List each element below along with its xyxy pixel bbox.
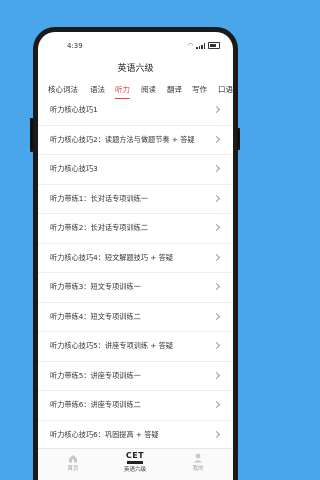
chevron-right-icon: [212, 105, 221, 114]
nav-mine-label: 我的: [192, 466, 204, 472]
list-item[interactable]: 听力核心技巧2：读题方法与做题节奏 + 答疑: [38, 126, 233, 155]
nav-home[interactable]: 首页: [48, 452, 98, 472]
chevron-right-icon: [212, 400, 221, 409]
chevron-right-icon: [212, 371, 221, 379]
chevron-right-icon: [212, 194, 221, 202]
list-item[interactable]: 听力带练3：短文专项训练一: [38, 273, 233, 303]
chevron-right-icon: [212, 135, 221, 143]
lesson-list: 听力核心技巧1 听力核心技巧2：读题方法与做题节奏 + 答疑 听力核心技巧3 听…: [38, 96, 233, 450]
list-item[interactable]: 听力带练4：短文专项训练二: [38, 303, 233, 332]
chevron-right-icon: [212, 253, 221, 261]
page-title: 英语六级: [117, 64, 154, 74]
list-item[interactable]: 听力核心技巧6：巩固提高 + 答疑: [38, 421, 233, 450]
chevron-right-icon: [212, 341, 221, 350]
chevron-right-icon: [212, 312, 221, 320]
status-time: 4:39: [67, 42, 83, 50]
home-icon: [69, 455, 77, 463]
nav-cet-label: 英语六级: [123, 467, 146, 473]
volume-button: [30, 118, 33, 152]
wifi-icon: ◠: [187, 42, 193, 49]
chevron-right-icon: [212, 223, 221, 232]
chevron-right-icon: [212, 282, 221, 291]
power-button: [237, 128, 240, 150]
battery-icon: [208, 42, 220, 49]
status-bar: 4:39 ◠: [38, 32, 233, 58]
chevron-right-icon: [212, 164, 221, 173]
status-icons: ◠: [188, 42, 220, 49]
list-item[interactable]: 听力核心技巧5：讲座专项训练 + 答疑: [38, 332, 233, 362]
app-screen: 4:39 ◠ 英语六级 核心词法 语法 听力 阅读 翻译 写作 口语 听力核心技…: [38, 32, 233, 480]
bottom-nav: 首页 CET 英语六级 我的: [38, 448, 233, 480]
nav-cet[interactable]: CET 英语六级: [110, 451, 160, 474]
chevron-right-icon: [212, 430, 221, 438]
list-item[interactable]: 听力带练6：讲座专项训练二: [38, 391, 233, 421]
list-item[interactable]: 听力核心技巧1: [38, 96, 233, 126]
nav-home-label: 首页: [67, 466, 79, 472]
list-item[interactable]: 听力核心技巧3: [38, 155, 233, 185]
list-item[interactable]: 听力带练2：长对话专项训练二: [38, 214, 233, 244]
user-icon: [193, 453, 203, 463]
cet-logo-bar: [127, 461, 143, 464]
nav-mine[interactable]: 我的: [173, 452, 223, 472]
list-item[interactable]: 听力带练5：讲座专项训练一: [38, 362, 233, 391]
cet-logo: CET: [125, 451, 145, 460]
list-item[interactable]: 听力核心技巧4：短文解题技巧 + 答疑: [38, 244, 233, 273]
list-item[interactable]: 听力带练1：长对话专项训练一: [38, 185, 233, 214]
signal-icon: [196, 42, 205, 49]
